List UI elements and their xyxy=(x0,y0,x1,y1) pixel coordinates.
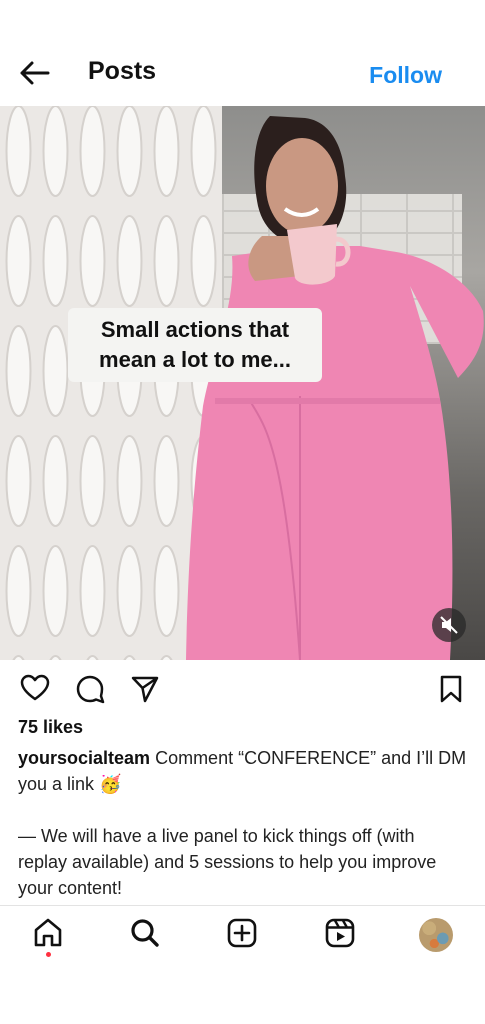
reels-icon[interactable] xyxy=(324,917,356,949)
top-bar: Posts Follow xyxy=(0,0,485,106)
mute-icon xyxy=(440,616,458,634)
bookmark-icon[interactable] xyxy=(439,674,463,704)
profile-avatar[interactable] xyxy=(419,918,453,952)
home-notification-dot xyxy=(46,952,51,957)
video-text-overlay: Small actions that mean a lot to me... xyxy=(68,308,322,382)
woman-in-pink-dress xyxy=(186,116,484,660)
post-action-bar xyxy=(0,660,485,716)
search-icon[interactable] xyxy=(129,917,161,949)
mute-button[interactable] xyxy=(432,608,466,642)
overlay-line-1: Small actions that xyxy=(100,317,290,342)
page-title: Posts xyxy=(88,57,157,85)
overlay-line-2: mean a lot to me... xyxy=(99,347,291,372)
create-icon[interactable] xyxy=(226,917,258,949)
back-arrow-icon[interactable] xyxy=(18,60,52,86)
post-caption: yoursocialteam Comment “CONFERENCE” and … xyxy=(18,745,468,901)
follow-button[interactable]: Follow xyxy=(369,62,442,89)
caption-paragraph: — We will have a live panel to kick thin… xyxy=(18,826,437,898)
share-icon[interactable] xyxy=(130,674,160,704)
caption-username[interactable]: yoursocialteam xyxy=(18,748,150,768)
heart-icon[interactable] xyxy=(20,674,50,702)
post-media[interactable]: Small actions that mean a lot to me... xyxy=(0,106,485,660)
home-icon[interactable] xyxy=(32,917,64,949)
like-count[interactable]: 75 likes xyxy=(18,717,83,738)
comment-icon[interactable] xyxy=(75,674,105,704)
